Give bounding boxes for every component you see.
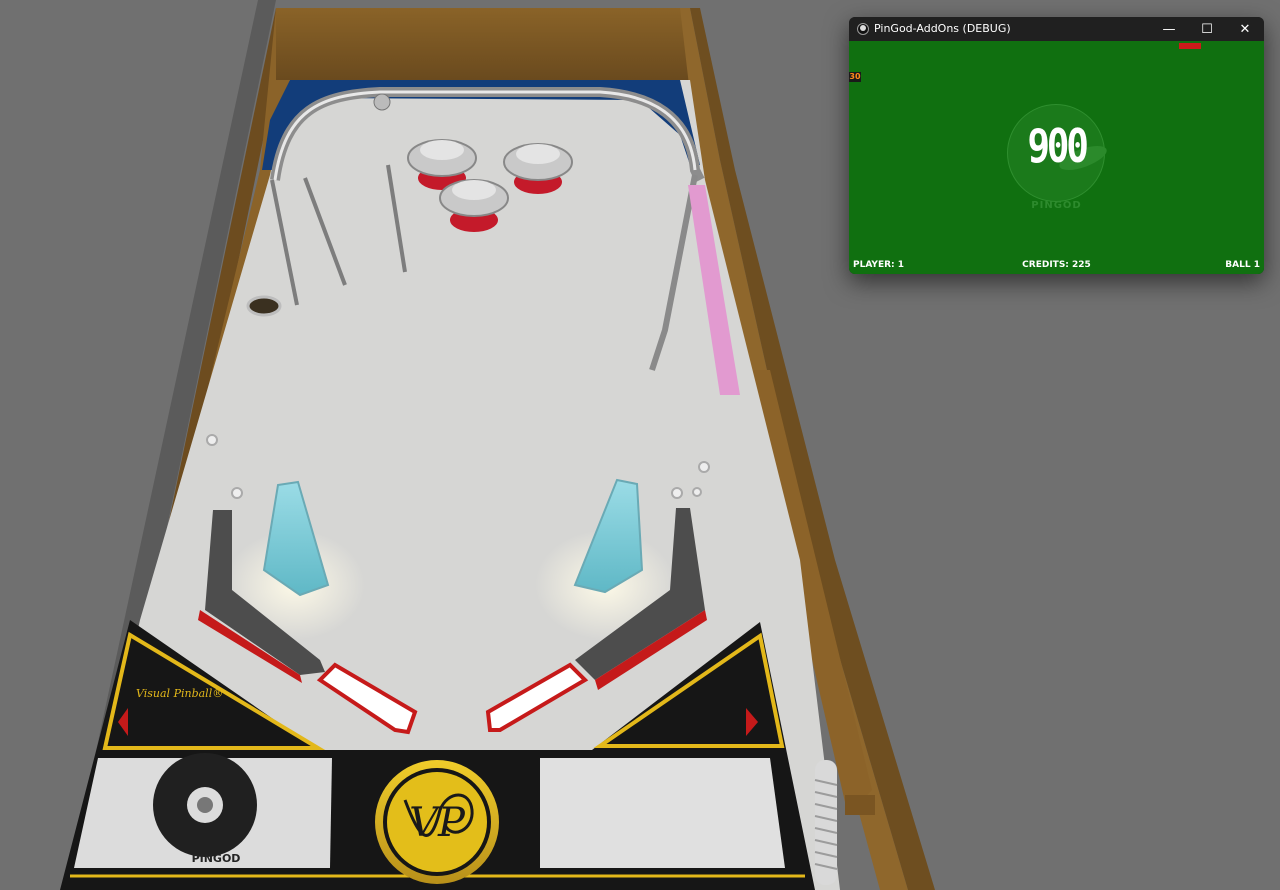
back-wood-panel [276, 8, 690, 80]
brand-text: PINGOD [1031, 200, 1082, 211]
ball-label: BALL 1 [1225, 260, 1260, 270]
debug-red-tag [1179, 43, 1201, 49]
credits-label: CREDITS: 225 [1022, 260, 1091, 270]
pinball [373, 93, 391, 111]
pingod-debug-window[interactable]: PinGod-AddOns (DEBUG) — ☐ ✕ 30 900 PINGO… [849, 17, 1264, 274]
pingod-app-icon [857, 23, 869, 35]
pingod-card-text: PINGOD [192, 852, 241, 865]
vp-emblem-text: VP [409, 800, 466, 846]
score-display: 900 [1027, 119, 1089, 173]
game-display[interactable]: 30 900 PINGOD PLAYER: 1 CREDITS: 225 BAL… [849, 41, 1264, 274]
hud-bar: PLAYER: 1 CREDITS: 225 BALL 1 [849, 260, 1264, 272]
corner-counter: 30 [849, 72, 861, 82]
close-button[interactable]: ✕ [1226, 17, 1264, 41]
right-instruction-card [540, 758, 785, 868]
maximize-button[interactable]: ☐ [1188, 17, 1226, 41]
plunger-spring [814, 760, 838, 885]
saucer-hole [246, 295, 282, 317]
window-titlebar[interactable]: PinGod-AddOns (DEBUG) — ☐ ✕ [849, 17, 1264, 41]
window-title: PinGod-AddOns (DEBUG) [874, 22, 1011, 35]
visual-pinball-logo-text: Visual Pinball® [136, 687, 223, 700]
minimize-button[interactable]: — [1150, 17, 1188, 41]
